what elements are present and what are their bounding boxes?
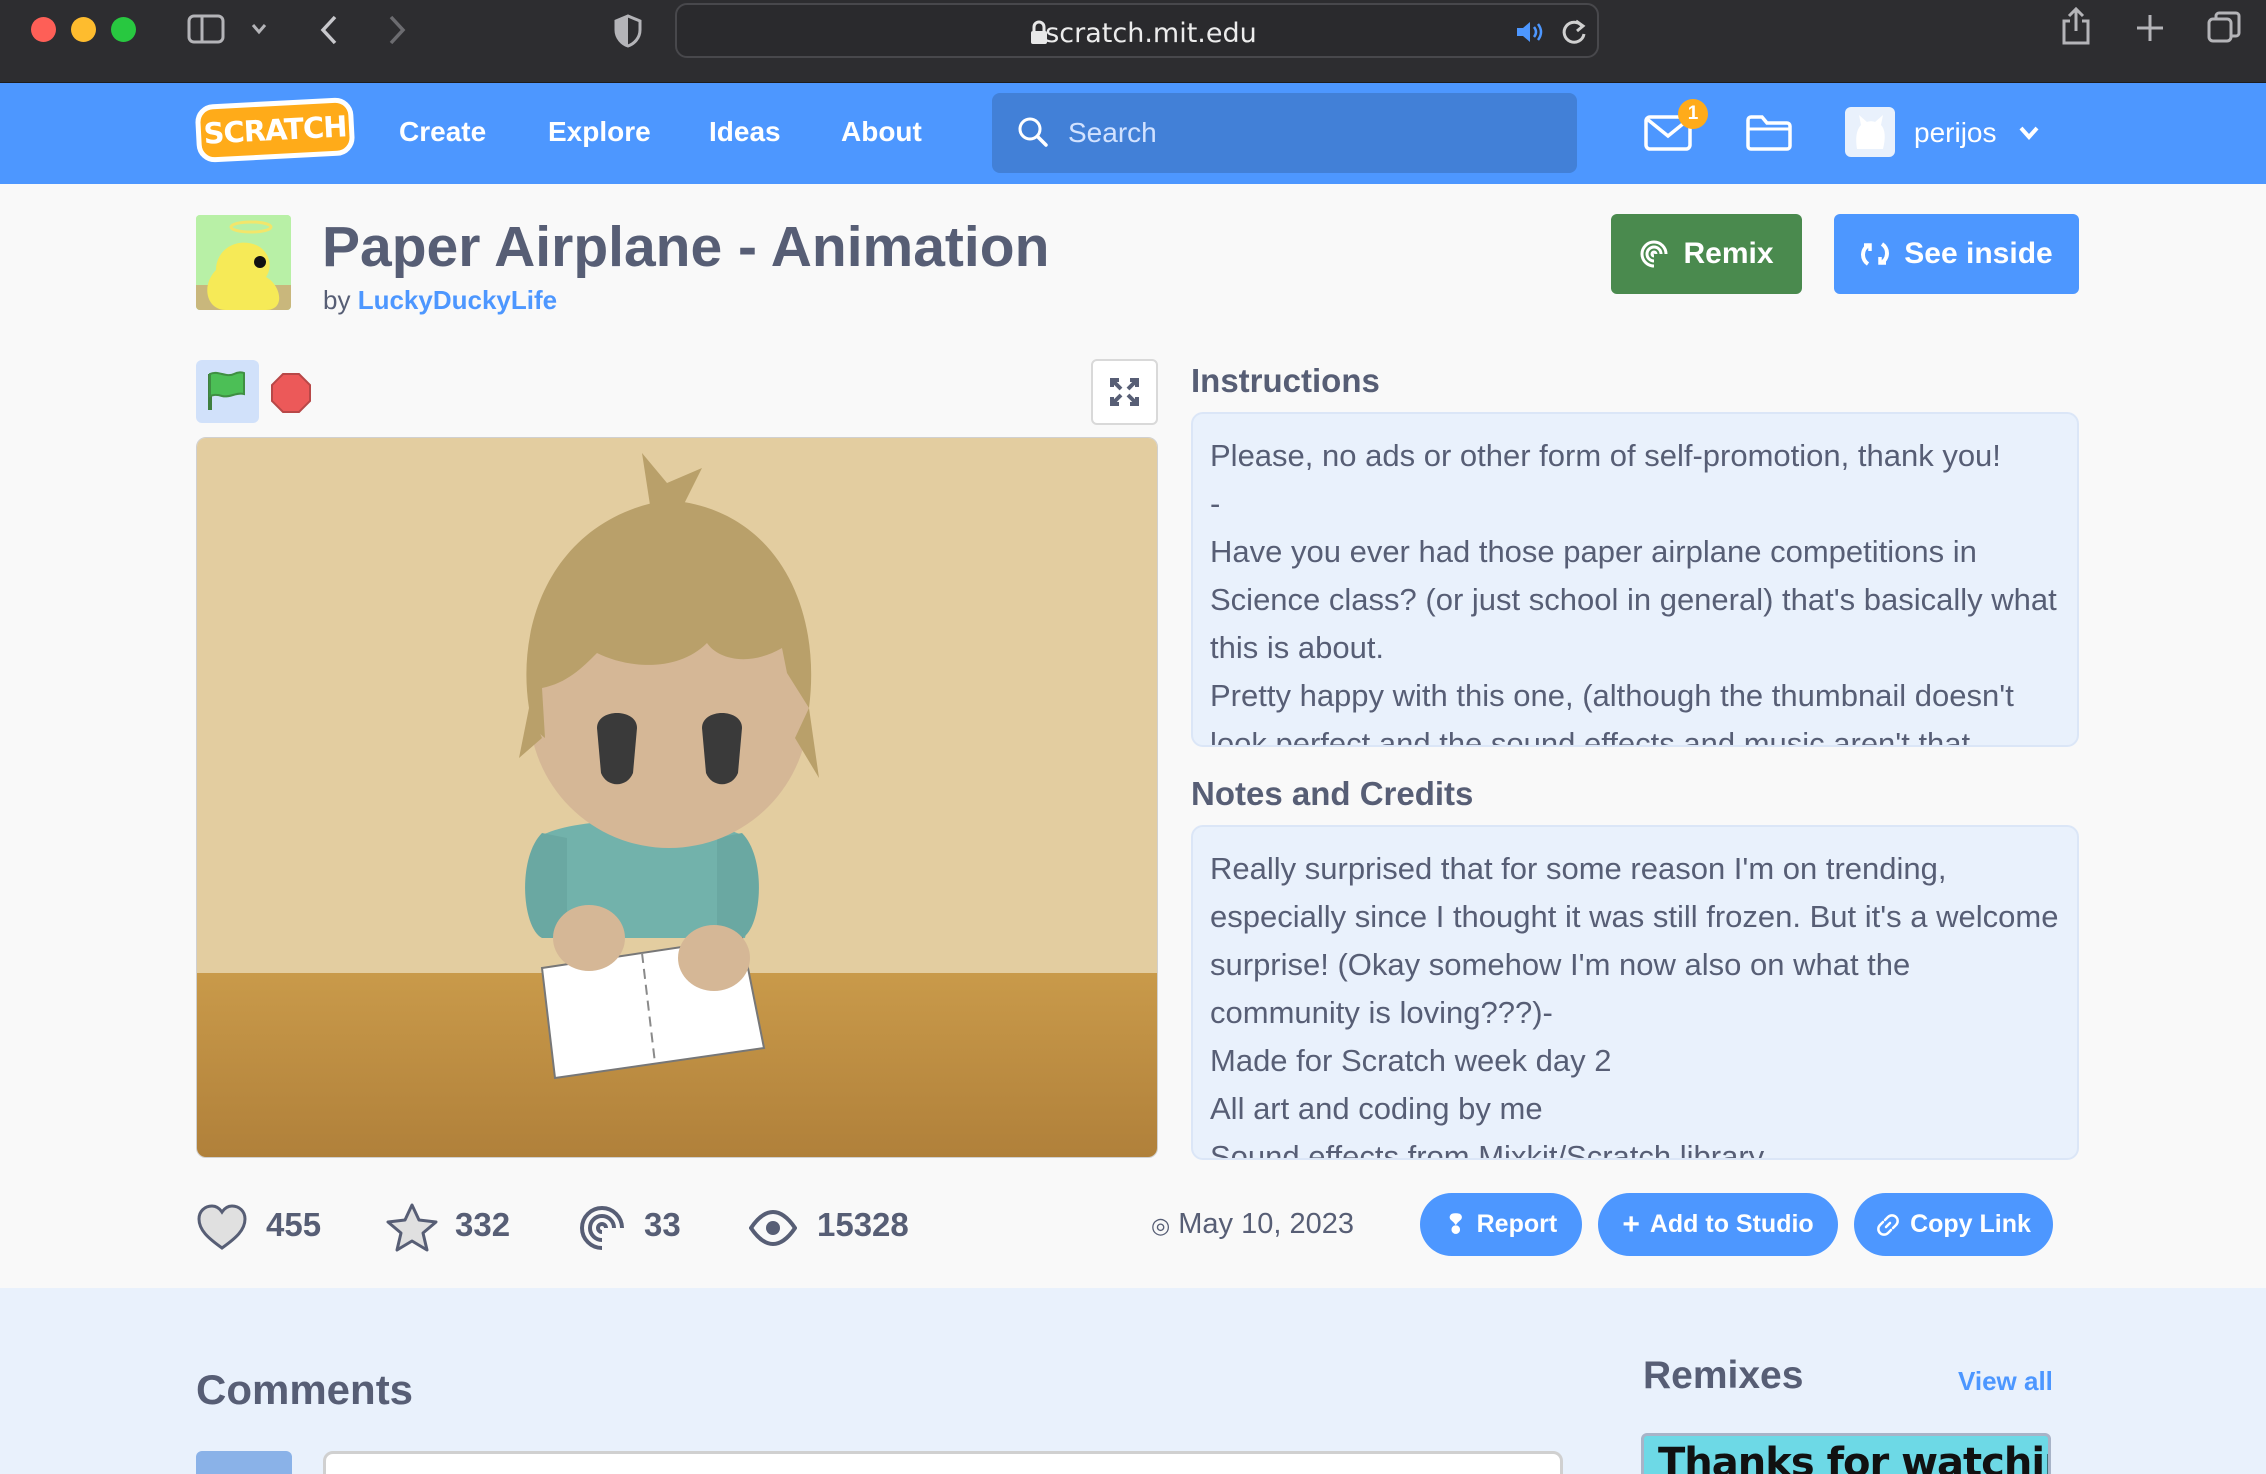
notes-line: Sound effects from Mixkit/Scratch librar…	[1210, 1139, 1765, 1160]
remix-label: Remix	[1683, 237, 1774, 270]
byline-prefix: by	[323, 285, 351, 315]
notes-heading: Notes and Credits	[1191, 775, 1474, 812]
messages-badge: 1	[1678, 99, 1708, 129]
green-flag-icon	[208, 371, 245, 410]
stop-sign-icon[interactable]	[270, 372, 312, 414]
search-box[interactable]	[992, 93, 1577, 173]
sidebar-toggle-icon[interactable]	[187, 14, 225, 44]
chevron-down-icon[interactable]	[2018, 125, 2040, 141]
scratch-logo[interactable]: SCRATCH	[194, 96, 356, 164]
date-text: May 10, 2023	[1178, 1208, 1354, 1240]
report-button[interactable]: ❢ Report	[1420, 1193, 1582, 1256]
tab-overview-icon[interactable]	[2206, 10, 2242, 46]
privacy-shield-icon[interactable]	[613, 14, 643, 48]
share-icon[interactable]	[2060, 6, 2092, 46]
remixes-count: 33	[644, 1206, 681, 1243]
back-icon[interactable]	[318, 14, 340, 46]
url-text: scratch.mit.edu	[1045, 18, 1257, 49]
plus-icon: +	[1622, 1207, 1640, 1241]
date-icon: ◎	[1151, 1213, 1171, 1238]
comments-heading: Comments	[196, 1366, 414, 1413]
nav-about[interactable]: About	[841, 116, 922, 148]
view-all-remixes-link[interactable]: View all	[1958, 1366, 2053, 1397]
love-heart-icon[interactable]	[196, 1200, 248, 1256]
my-stuff-folder-icon[interactable]	[1745, 114, 1793, 152]
remix-icon	[1641, 240, 1668, 268]
fullscreen-icon	[1110, 378, 1139, 406]
username[interactable]: perijos	[1914, 117, 1996, 149]
share-date: ◎ May 10, 2023	[1151, 1208, 1354, 1241]
comment-avatar	[196, 1451, 292, 1474]
instructions-heading: Instructions	[1191, 362, 1380, 399]
reload-icon[interactable]	[1560, 18, 1588, 46]
see-inside-icon	[1861, 242, 1890, 266]
favorites-count: 332	[455, 1206, 511, 1243]
new-tab-icon[interactable]	[2134, 12, 2166, 44]
project-title[interactable]: Paper Airplane - Animation	[322, 214, 1049, 280]
cat-avatar-icon	[1856, 115, 1885, 149]
instructions-line: Please, no ads or other form of self-pro…	[1210, 438, 2001, 473]
project-byline: by LuckyDuckyLife	[323, 285, 557, 316]
instructions-line: Pretty happy with this one, (although th…	[1210, 678, 2014, 747]
project-stage[interactable]	[196, 437, 1158, 1158]
remixes-heading: Remixes	[1643, 1354, 1804, 1397]
minimize-window-button[interactable]	[71, 17, 96, 42]
chevron-down-icon[interactable]	[250, 22, 268, 36]
notes-line: Made for Scratch week day 2	[1210, 1043, 1612, 1078]
address-bar[interactable]: scratch.mit.edu	[675, 3, 1599, 58]
audio-playing-icon[interactable]	[1515, 20, 1545, 44]
see-inside-label: See inside	[1904, 237, 2053, 270]
report-label: Report	[1476, 1210, 1558, 1238]
author-link[interactable]: LuckyDuckyLife	[358, 285, 557, 315]
notes-line: All art and coding by me	[1210, 1091, 1543, 1126]
stage-animation-frame	[197, 438, 1157, 1157]
remix-button[interactable]: Remix	[1611, 214, 1802, 294]
copy-link-button[interactable]: Copy Link	[1854, 1193, 2053, 1256]
comment-input[interactable]	[323, 1451, 1563, 1474]
search-input[interactable]	[1068, 113, 1558, 153]
remix-swirl-icon	[580, 1206, 624, 1250]
notes-panel[interactable]: Really surprised that for some reason I'…	[1191, 825, 2079, 1160]
views-eye-icon	[749, 1209, 797, 1247]
remix-thumbnail[interactable]: Thanks for watching!	[1641, 1433, 2051, 1474]
see-inside-button[interactable]: See inside	[1834, 214, 2079, 294]
nav-explore[interactable]: Explore	[548, 116, 651, 148]
add-to-studio-label: Add to Studio	[1649, 1210, 1814, 1238]
browser-toolbar: scratch.mit.edu	[0, 0, 2266, 83]
link-icon	[1877, 1213, 1899, 1236]
nav-create[interactable]: Create	[399, 116, 486, 148]
green-flag-button[interactable]	[196, 360, 259, 423]
avatar[interactable]	[1845, 107, 1895, 157]
views-count: 15328	[817, 1206, 909, 1243]
remix-thumbnail-text: Thanks for watching!	[1658, 1440, 2048, 1474]
site-nav: SCRATCH Create Explore Ideas About 1 per…	[0, 83, 2266, 184]
search-icon	[1018, 117, 1048, 147]
nav-ideas[interactable]: Ideas	[709, 116, 781, 148]
zoom-window-button[interactable]	[111, 17, 136, 42]
project-author-avatar[interactable]	[196, 215, 291, 310]
fullscreen-button[interactable]	[1091, 359, 1158, 425]
notes-line: Really surprised that for some reason I'…	[1210, 851, 2059, 1030]
favorite-star-icon[interactable]	[385, 1200, 439, 1256]
copy-link-label: Copy Link	[1910, 1210, 2031, 1238]
forward-icon[interactable]	[386, 14, 408, 46]
close-window-button[interactable]	[31, 17, 56, 42]
instructions-panel[interactable]: Please, no ads or other form of self-pro…	[1191, 412, 2079, 747]
loves-count: 455	[266, 1206, 322, 1243]
add-to-studio-button[interactable]: + Add to Studio	[1598, 1193, 1838, 1256]
report-icon: ❢	[1444, 1209, 1467, 1239]
instructions-line: -	[1210, 486, 1221, 521]
instructions-line: Have you ever had those paper airplane c…	[1210, 534, 2057, 665]
